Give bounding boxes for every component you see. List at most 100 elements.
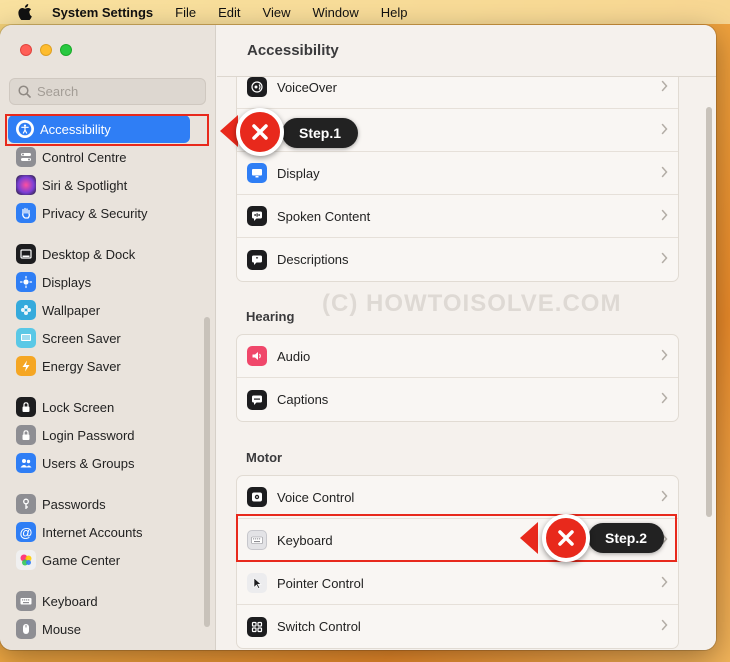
hearing-group: Audio Captions bbox=[236, 334, 679, 422]
sidebar-item-label: Passwords bbox=[42, 496, 106, 512]
section-title-hearing: Hearing bbox=[246, 309, 295, 324]
sidebar-item-label: Siri & Spotlight bbox=[42, 177, 128, 193]
menu-app-name[interactable]: System Settings bbox=[52, 5, 153, 20]
audio-icon bbox=[247, 346, 267, 366]
step2-pointer bbox=[520, 522, 538, 554]
row-pointer-control[interactable]: Pointer Control bbox=[237, 562, 678, 605]
chevron-right-icon bbox=[661, 349, 668, 364]
sidebar-item-internet-accounts[interactable]: @ Internet Accounts bbox=[8, 518, 208, 546]
users-icon bbox=[16, 453, 36, 473]
section-title-motor: Motor bbox=[246, 450, 283, 465]
minimize-window-button[interactable] bbox=[40, 44, 52, 56]
sidebar-item-label: Keyboard bbox=[42, 593, 98, 609]
menu-file[interactable]: File bbox=[175, 5, 196, 20]
menu-bar: System Settings File Edit View Window He… bbox=[0, 0, 730, 24]
sidebar-item-siri-spotlight[interactable]: Siri & Spotlight bbox=[8, 171, 208, 199]
battery-icon bbox=[16, 356, 36, 376]
content-area: (C) HOWTOISOLVE.COM VoiceOver Display Sp… bbox=[217, 77, 716, 650]
game-center-icon bbox=[16, 550, 36, 570]
sidebar-item-label: Control Centre bbox=[42, 149, 127, 165]
sidebar-item-label: Displays bbox=[42, 274, 92, 290]
step2-label: Step.2 bbox=[588, 523, 664, 553]
row-display[interactable]: Display bbox=[237, 152, 678, 195]
svg-text:": " bbox=[256, 257, 259, 263]
sidebar-item-control-centre[interactable]: Control Centre bbox=[8, 143, 208, 171]
menu-window[interactable]: Window bbox=[312, 5, 358, 20]
menu-edit[interactable]: Edit bbox=[218, 5, 240, 20]
row-label: Descriptions bbox=[277, 252, 349, 267]
hand-icon bbox=[16, 203, 36, 223]
sidebar-item-login-password[interactable]: Login Password bbox=[8, 421, 208, 449]
spoken-content-icon bbox=[247, 206, 267, 226]
sidebar-item-displays[interactable]: Displays bbox=[8, 268, 208, 296]
zoom-window-button[interactable] bbox=[60, 44, 72, 56]
sidebar-item-users-groups[interactable]: Users & Groups bbox=[8, 449, 208, 477]
row-label: Voice Control bbox=[277, 489, 355, 505]
padlock-icon bbox=[16, 425, 36, 445]
close-window-button[interactable] bbox=[20, 44, 32, 56]
row-voice-control[interactable]: Voice Control bbox=[237, 476, 678, 519]
menu-view[interactable]: View bbox=[263, 5, 291, 20]
sidebar-item-keyboard[interactable]: Keyboard bbox=[8, 587, 208, 615]
row-label: Captions bbox=[277, 392, 329, 407]
sidebar-item-wallpaper[interactable]: Wallpaper bbox=[8, 296, 208, 324]
voice-control-icon bbox=[247, 487, 267, 507]
row-captions[interactable]: Captions bbox=[237, 378, 678, 421]
sidebar-item-lock-screen[interactable]: Lock Screen bbox=[8, 393, 208, 421]
flower-icon bbox=[16, 300, 36, 320]
sidebar-item-label: Game Center bbox=[42, 552, 121, 568]
highlight-accessibility bbox=[5, 114, 209, 146]
sun-icon bbox=[16, 272, 36, 292]
pointer-icon bbox=[247, 573, 267, 593]
row-spoken-content[interactable]: Spoken Content bbox=[237, 195, 678, 238]
sidebar-item-label: Energy Saver bbox=[42, 358, 121, 374]
main-scrollbar[interactable] bbox=[706, 107, 712, 517]
mouse-icon bbox=[16, 619, 36, 639]
sidebar-item-label: Internet Accounts bbox=[42, 524, 143, 540]
sidebar-item-label: Users & Groups bbox=[42, 455, 135, 471]
chevron-right-icon bbox=[661, 490, 668, 505]
sidebar-scrollbar[interactable] bbox=[204, 317, 210, 627]
sidebar-item-energy-saver[interactable]: Energy Saver bbox=[8, 352, 208, 380]
vision-group: VoiceOver Display Spoken Content " Descr… bbox=[236, 77, 679, 282]
apple-icon[interactable] bbox=[18, 4, 32, 20]
row-voiceover[interactable]: VoiceOver bbox=[237, 77, 678, 109]
keyboard-icon bbox=[16, 591, 36, 611]
search-input[interactable] bbox=[37, 84, 187, 99]
siri-icon bbox=[16, 175, 36, 195]
step2-close-icon bbox=[542, 514, 590, 562]
switch-control-icon bbox=[247, 616, 267, 637]
row-label: Display bbox=[277, 165, 320, 181]
row-label: Switch Control bbox=[277, 619, 361, 634]
dock-icon bbox=[16, 244, 36, 264]
row-label: Pointer Control bbox=[277, 575, 364, 591]
chevron-right-icon bbox=[661, 252, 668, 267]
sidebar-item-game-center[interactable]: Game Center bbox=[8, 546, 208, 574]
row-switch-control[interactable]: Switch Control bbox=[237, 605, 678, 648]
row-label: Spoken Content bbox=[277, 208, 371, 224]
chevron-right-icon bbox=[661, 209, 668, 224]
step1-close-icon bbox=[236, 108, 284, 156]
captions-icon bbox=[247, 389, 267, 410]
chevron-right-icon bbox=[661, 392, 668, 407]
sidebar-item-passwords[interactable]: Passwords bbox=[8, 490, 208, 518]
chevron-right-icon bbox=[661, 80, 668, 95]
menu-help[interactable]: Help bbox=[381, 5, 408, 20]
sidebar-item-mouse[interactable]: Mouse bbox=[8, 615, 208, 643]
chevron-right-icon bbox=[661, 619, 668, 634]
sidebar-item-label: Login Password bbox=[42, 427, 135, 443]
row-label: Audio bbox=[277, 348, 311, 364]
row-audio[interactable]: Audio bbox=[237, 335, 678, 378]
sidebar-item-privacy-security[interactable]: Privacy & Security bbox=[8, 199, 208, 227]
sidebar-item-screen-saver[interactable]: Screen Saver bbox=[8, 324, 208, 352]
sidebar-item-desktop-dock[interactable]: Desktop & Dock bbox=[8, 240, 208, 268]
search-field[interactable] bbox=[9, 78, 206, 105]
screen-saver-icon bbox=[16, 328, 36, 348]
lock-icon bbox=[16, 397, 36, 417]
page-title: Accessibility bbox=[247, 42, 339, 59]
watermark: (C) HOWTOISOLVE.COM bbox=[322, 290, 622, 317]
sidebar-item-label: Screen Saver bbox=[42, 330, 121, 346]
row-descriptions[interactable]: " Descriptions bbox=[237, 238, 678, 281]
step1-label: Step.1 bbox=[282, 118, 358, 148]
sidebar-item-label: Lock Screen bbox=[42, 399, 115, 415]
